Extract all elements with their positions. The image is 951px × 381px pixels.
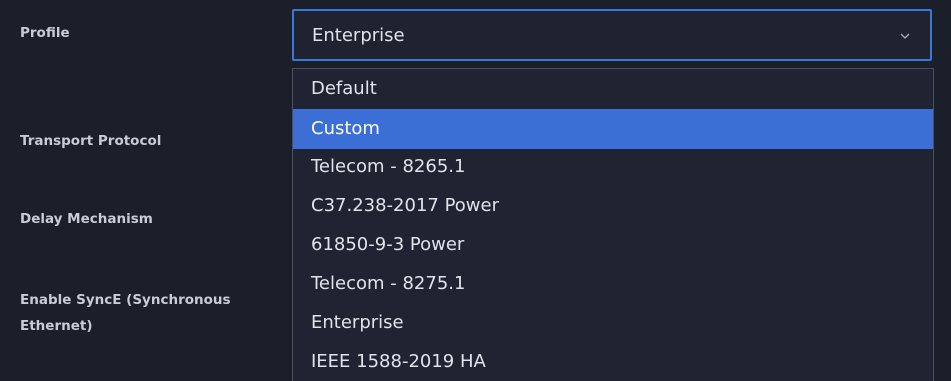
profile-option-c37-238-2017-power[interactable]: C37.238-2017 Power <box>293 186 933 226</box>
profile-select-value: Enterprise <box>312 25 405 46</box>
enable-synce-label: Enable SyncE (Synchronous Ethernet) <box>20 292 231 334</box>
profile-option-61850-9-3-power[interactable]: 61850-9-3 Power <box>293 225 933 265</box>
profile-select[interactable]: Enterprise <box>292 9 932 61</box>
profile-option-ieee-1588-2019-ha[interactable]: IEEE 1588-2019 HA <box>293 342 933 381</box>
transport-protocol-label: Transport Protocol <box>20 133 162 149</box>
profile-option-enterprise[interactable]: Enterprise <box>293 303 933 343</box>
delay-mechanism-label: Delay Mechanism <box>20 211 153 227</box>
ptp-settings-form: Profile Transport Protocol Delay Mechani… <box>0 0 951 381</box>
profile-option-custom[interactable]: Custom <box>293 109 933 149</box>
profile-option-default[interactable]: Default <box>293 69 933 109</box>
profile-option-telecom-8275-1[interactable]: Telecom - 8275.1 <box>293 264 933 304</box>
chevron-down-icon <box>900 33 910 39</box>
profile-option-telecom-8265-1[interactable]: Telecom - 8265.1 <box>293 147 933 187</box>
profile-label: Profile <box>20 25 70 41</box>
profile-dropdown-list: Default Custom Telecom - 8265.1 C37.238-… <box>292 68 934 381</box>
